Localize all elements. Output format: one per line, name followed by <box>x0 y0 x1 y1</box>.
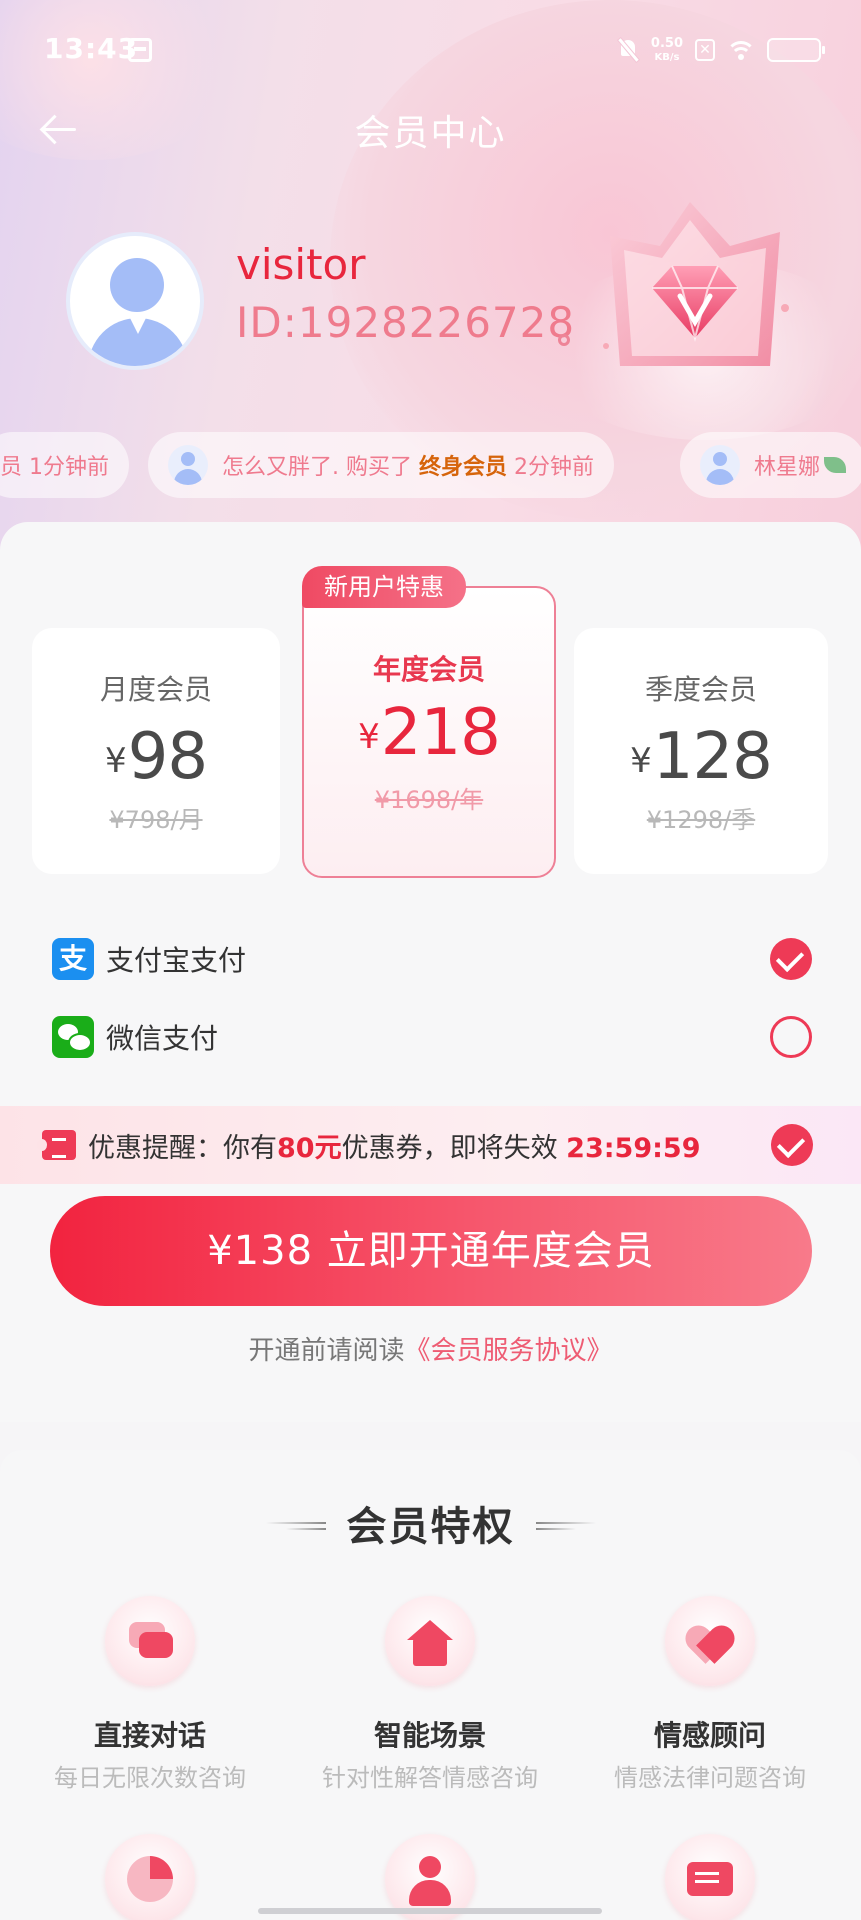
pie-chart-icon <box>105 1834 195 1920</box>
plan-original-price: ¥1698/年 <box>374 786 484 814</box>
coupon-prefix: 优惠提醒：你有 <box>88 1133 277 1164</box>
perk-desc: 针对性解答情感咨询 <box>322 1764 538 1792</box>
chat-bubble-icon <box>105 1596 195 1686</box>
plan-original-price: ¥798/月 <box>109 806 203 834</box>
page-title: 会员中心 <box>354 113 507 154</box>
plan-monthly[interactable]: 月度会员 ¥98 ¥798/月 <box>32 628 280 874</box>
network-speed: 0.50 KB/s <box>651 37 683 64</box>
heart-icon <box>665 1596 755 1686</box>
plan-quarterly[interactable]: 季度会员 ¥128 ¥1298/季 <box>574 628 828 874</box>
home-indicator[interactable] <box>258 1908 602 1914</box>
perk-desc: 情感法律问题咨询 <box>614 1764 806 1792</box>
radio-checked-icon[interactable] <box>771 1124 813 1166</box>
home-icon <box>385 1596 475 1686</box>
agreement-prefix: 开通前请阅读 <box>248 1336 405 1366</box>
subscribe-button[interactable]: ¥138 立即开通年度会员 <box>50 1196 812 1306</box>
plan-name: 月度会员 <box>99 673 212 706</box>
coupon-middle: 优惠券，即将失效 <box>341 1133 567 1164</box>
coupon-reminder[interactable]: 优惠提醒：你有80元优惠券，即将失效 23:59:59 <box>0 1106 861 1184</box>
avatar-head <box>110 258 164 312</box>
plan-price: ¥128 <box>574 720 828 794</box>
user-id: ID:1928226728 <box>236 298 576 347</box>
status-bar: 13:43 0.50 KB/s ✕ <box>0 0 861 100</box>
wechat-icon <box>52 1016 94 1058</box>
ticker-item: 林星娜 <box>680 432 861 498</box>
currency-symbol: ¥ <box>358 717 380 757</box>
payment-option-wechat[interactable]: 微信支付 <box>52 1014 812 1060</box>
ticker-user: 怎么又胖了. <box>222 455 339 480</box>
ticker-user: 林星娜 <box>754 455 821 480</box>
ticker-time: 2分钟前 <box>507 455 595 480</box>
perk-name: 直接对话 <box>93 1719 206 1752</box>
payment-option-alipay[interactable]: 支 支付宝支付 <box>52 936 812 982</box>
alipay-icon: 支 <box>52 938 94 980</box>
battery-icon <box>767 38 825 62</box>
ticker-product: 终身会员 <box>419 455 508 480</box>
plan-yearly[interactable]: 年度会员 ¥218 ¥1698/年 <box>302 586 556 878</box>
ticker-text: 员 1分钟前 <box>0 455 109 480</box>
avatar-body <box>88 318 188 366</box>
coupon-amount: 80元 <box>277 1133 342 1164</box>
notification-x-icon: ✕ <box>695 39 715 61</box>
coupon-ticket-icon <box>37 1130 76 1160</box>
ticker-avatar <box>700 445 740 485</box>
status-time: 13:43 <box>44 32 139 65</box>
network-speed-value: 0.50 <box>650 35 683 51</box>
leaf-emoji-icon <box>824 457 847 473</box>
document-icon <box>665 1834 755 1920</box>
agreement-link[interactable]: 《会员服务协议》 <box>405 1336 613 1366</box>
wifi-icon <box>727 39 755 61</box>
network-speed-unit: KB/s <box>654 51 680 63</box>
title-decoration-right <box>536 1520 596 1530</box>
payment-label: 支付宝支付 <box>106 944 247 977</box>
plan-name: 季度会员 <box>644 673 757 706</box>
ticker-action: 购买了 <box>339 455 419 480</box>
plan-price-value: 98 <box>127 720 208 794</box>
radio-unchecked-icon[interactable] <box>770 1016 812 1058</box>
currency-symbol: ¥ <box>630 741 652 781</box>
ticker-item: 怎么又胖了. 购买了 终身会员 2分钟前 <box>148 432 615 498</box>
plan-price-value: 128 <box>652 720 773 794</box>
diamond-crown-badge-icon <box>603 202 789 366</box>
coupon-countdown: 23:59:59 <box>566 1133 701 1164</box>
user-dot-decoration <box>558 334 570 346</box>
coupon-text: 优惠提醒：你有80元优惠券，即将失效 23:59:59 <box>88 1126 701 1165</box>
avatar[interactable] <box>66 232 204 370</box>
mute-icon <box>617 38 639 62</box>
calendar-icon <box>128 38 152 62</box>
perk-name: 智能场景 <box>373 1719 486 1752</box>
status-icons: 0.50 KB/s ✕ <box>617 34 825 66</box>
plan-price: ¥218 <box>304 696 554 770</box>
purchase-ticker: 员 1分钟前 怎么又胖了. 购买了 终身会员 2分钟前 林星娜 <box>0 432 861 498</box>
plan-price: ¥98 <box>32 720 280 794</box>
perk-name: 情感顾问 <box>653 1719 766 1752</box>
radio-checked-icon[interactable] <box>770 938 812 980</box>
perks-title: 会员特权 <box>346 1504 515 1550</box>
perk-desc: 每日无限次数咨询 <box>54 1764 246 1792</box>
plan-name: 年度会员 <box>372 653 485 686</box>
payment-label: 微信支付 <box>106 1022 219 1055</box>
agreement-notice: 开通前请阅读《会员服务协议》 <box>0 1330 861 1367</box>
currency-symbol: ¥ <box>104 741 127 781</box>
plan-original-price: ¥1298/季 <box>646 806 756 834</box>
ticker-avatar <box>168 445 208 485</box>
user-name: visitor <box>236 240 366 289</box>
plan-price-value: 218 <box>380 696 501 770</box>
ticker-item: 员 1分钟前 <box>0 432 129 498</box>
new-user-badge: 新用户特惠 <box>302 566 466 608</box>
